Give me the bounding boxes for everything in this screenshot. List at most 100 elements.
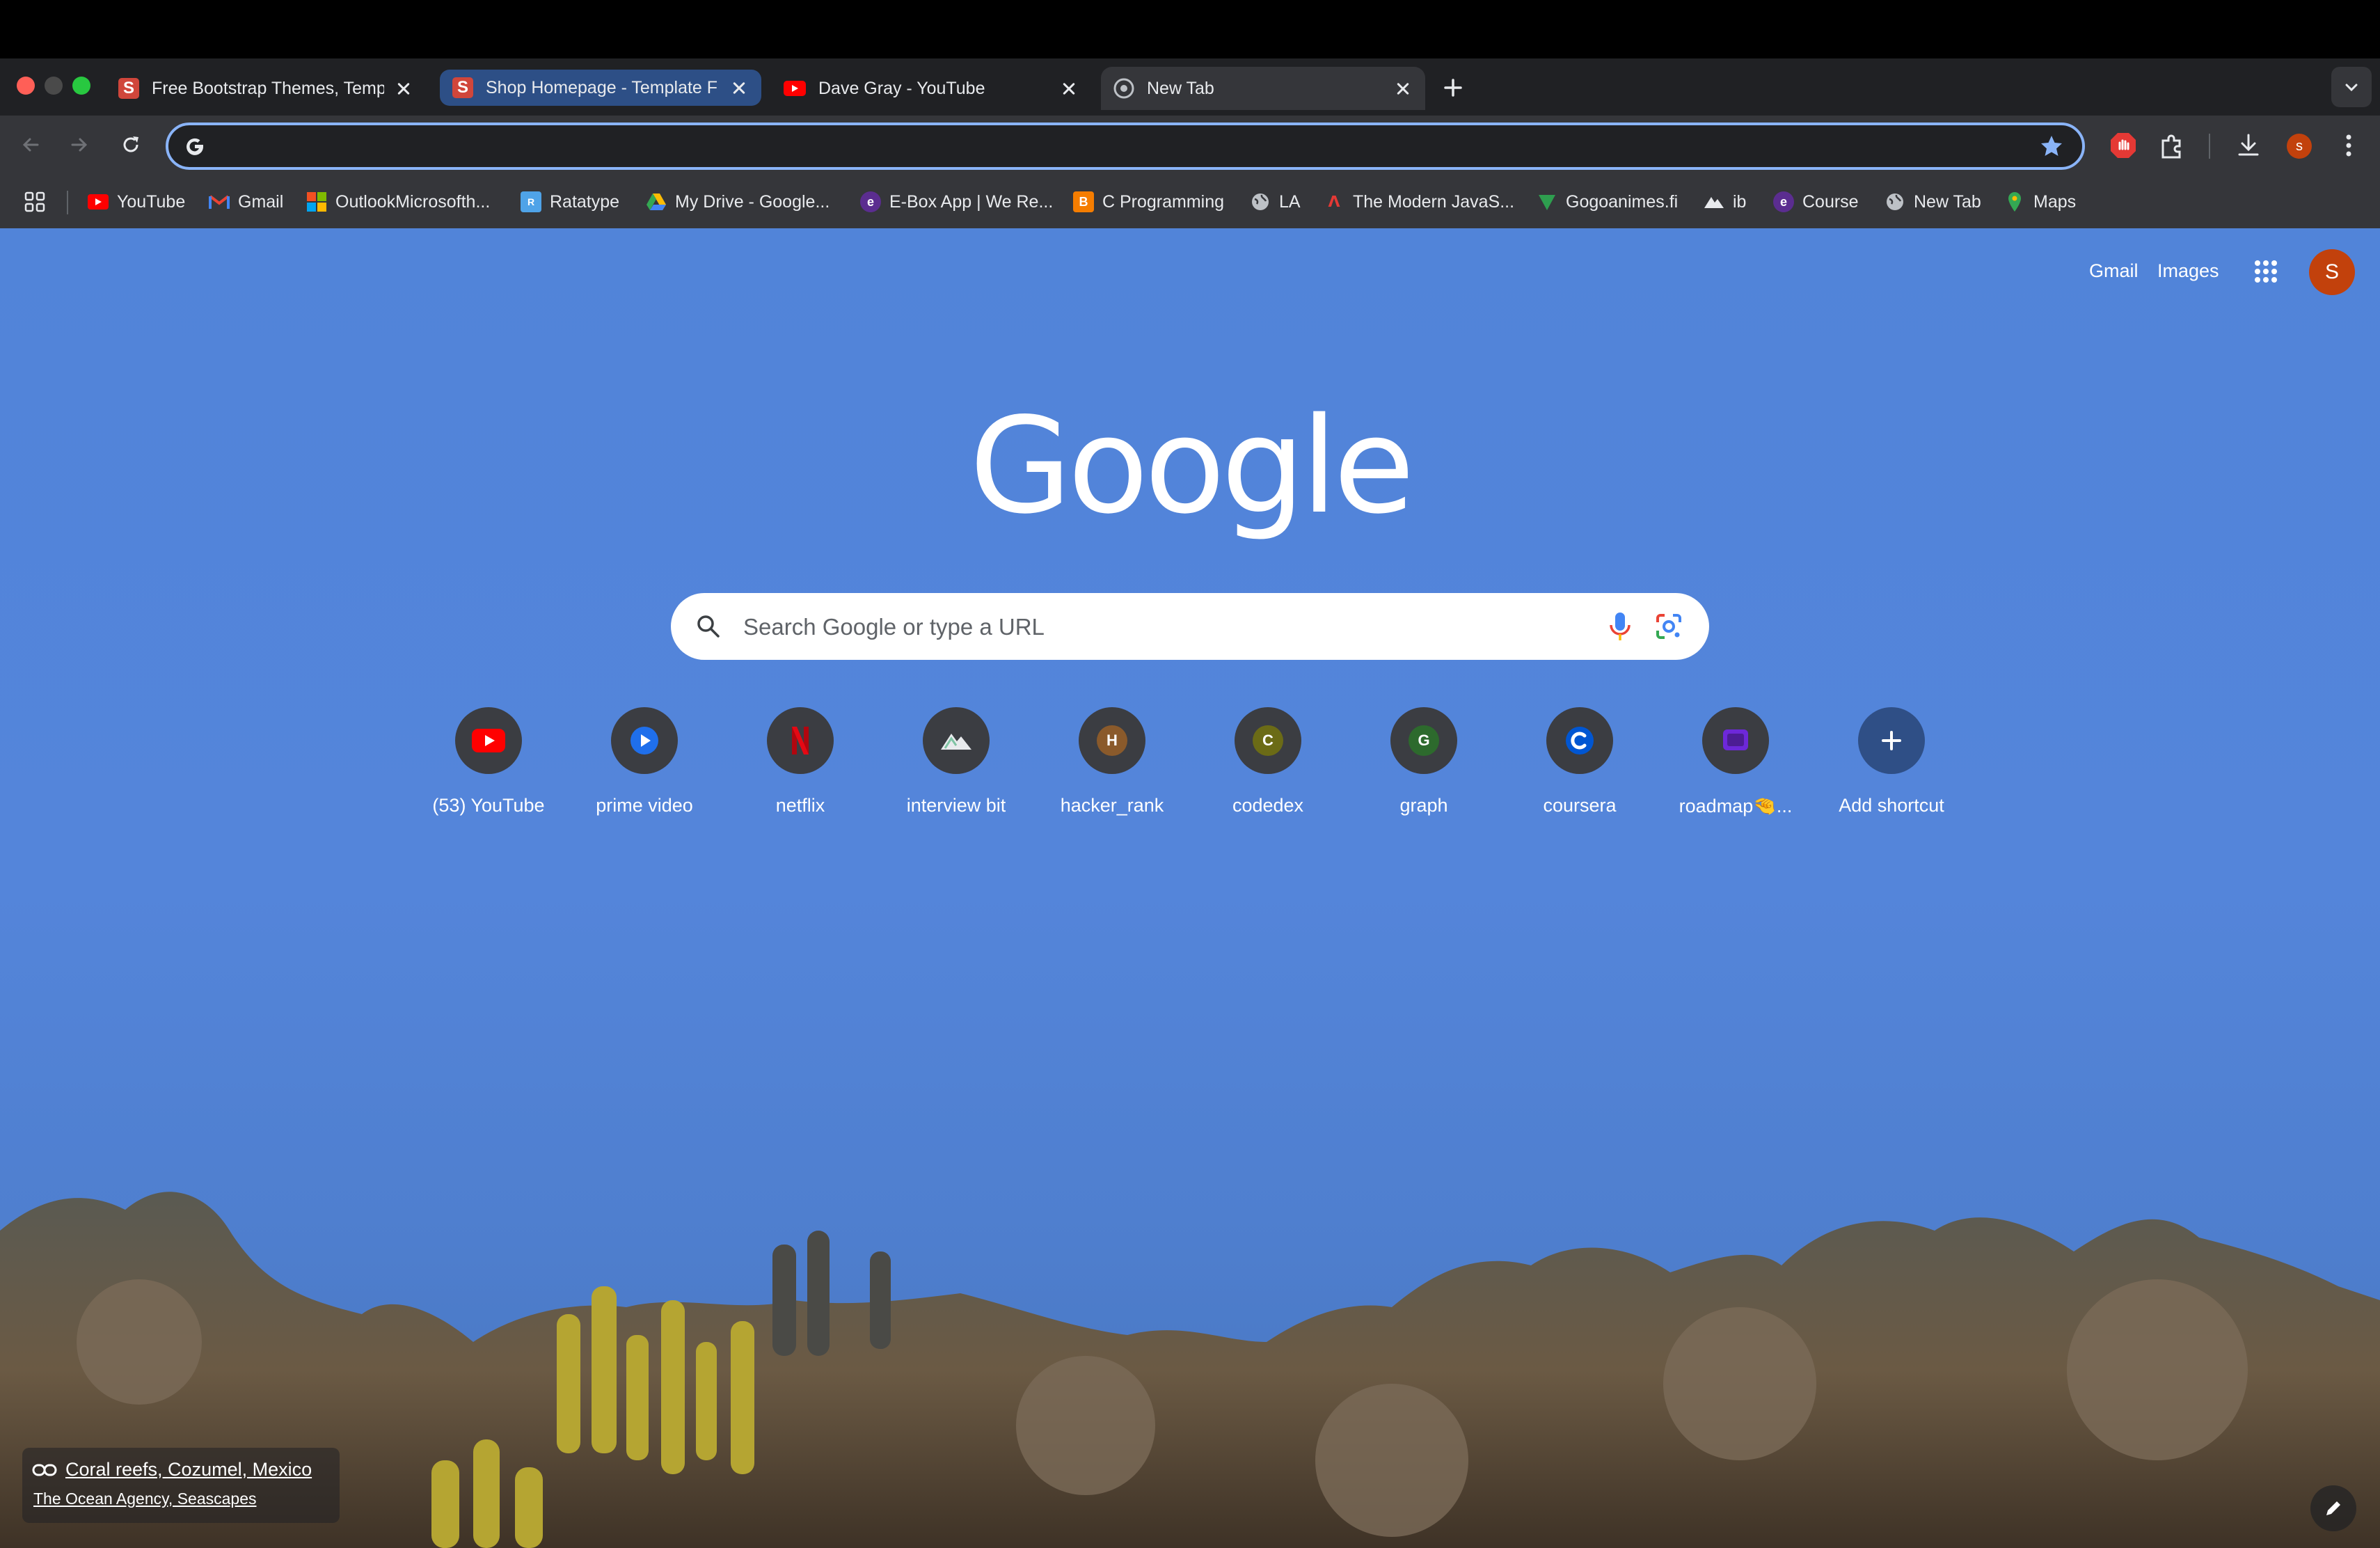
address-input[interactable] <box>217 131 2001 163</box>
customize-chrome-button[interactable] <box>2310 1485 2356 1531</box>
ebox-icon: e <box>860 191 881 212</box>
tab-new-tab[interactable]: New Tab <box>1101 67 1425 110</box>
shortcut-graph[interactable]: G graph <box>1346 703 1502 828</box>
google-lens-button[interactable] <box>1653 611 1684 642</box>
tab-title: Shop Homepage - Template F <box>486 77 718 97</box>
attribution-title-link[interactable]: Coral reefs, Cozumel, Mexico <box>65 1459 312 1480</box>
close-tab-icon[interactable] <box>1393 79 1413 98</box>
microphone-icon <box>1610 613 1631 640</box>
profile-initial: s <box>2296 138 2303 154</box>
plus-icon <box>1882 731 1901 750</box>
browser-menu-button[interactable] <box>2340 131 2358 160</box>
shortcut-tile <box>1858 707 1925 774</box>
youtube-icon <box>784 81 806 96</box>
close-window-button[interactable] <box>17 77 35 95</box>
gmail-link[interactable]: Gmail <box>2089 260 2139 282</box>
shortcut-netflix[interactable]: netflix <box>722 703 878 828</box>
bookmark-gogoanimes[interactable]: Gogoanimes.fi <box>1537 188 1678 216</box>
forward-button[interactable] <box>60 125 99 164</box>
shortcut-prime-video[interactable]: prime video <box>566 703 722 828</box>
youtube-icon <box>88 194 109 210</box>
tab-title: New Tab <box>1147 78 1214 98</box>
bookmarks-divider <box>67 191 68 214</box>
close-tab-icon[interactable] <box>729 78 749 97</box>
bookmark-label: ib <box>1733 191 1747 212</box>
adblock-icon <box>2111 133 2136 158</box>
bookmark-maps[interactable]: Maps <box>2004 188 2076 216</box>
images-link[interactable]: Images <box>2157 260 2219 282</box>
bookmark-la[interactable]: LA <box>1250 188 1301 216</box>
shortcut-hacker-rank[interactable]: H hacker_rank <box>1034 703 1190 828</box>
drive-icon <box>646 191 667 212</box>
startbootstrap-icon: S <box>452 77 473 98</box>
bookmark-gmail[interactable]: Gmail <box>209 188 283 216</box>
shortcut-tile <box>455 707 522 774</box>
coral-reef-background <box>0 1192 2380 1548</box>
shortcut-label: coursera <box>1543 795 1617 816</box>
zoom-window-button[interactable] <box>72 77 90 95</box>
bookmark-modern-javascript[interactable]: ᐱ The Modern JavaS... <box>1324 188 1514 216</box>
shortcut-codedex[interactable]: C codedex <box>1190 703 1346 828</box>
roadmap-icon <box>1723 729 1748 750</box>
new-tab-button[interactable] <box>1439 74 1467 102</box>
link-icon <box>32 1464 57 1476</box>
shortcut-interview-bit[interactable]: interview bit <box>878 703 1034 828</box>
bookmark-c-programming[interactable]: B C Programming <box>1073 188 1224 216</box>
bookmark-new-tab[interactable]: New Tab <box>1885 188 1981 216</box>
extension-adblock-button[interactable] <box>2109 131 2138 160</box>
bookmark-outlook[interactable]: OutlookMicrosofth... <box>306 188 490 216</box>
netflix-icon <box>792 727 809 755</box>
profile-button[interactable]: s <box>2287 134 2312 159</box>
bookmark-label: Course <box>1802 191 1859 212</box>
bookmark-my-drive[interactable]: My Drive - Google... <box>646 188 830 216</box>
bookmark-label: YouTube <box>117 191 186 212</box>
download-icon <box>2238 134 2259 156</box>
globe-icon <box>1885 191 1905 212</box>
bookmark-youtube[interactable]: YouTube <box>88 188 185 216</box>
add-shortcut-button[interactable]: Add shortcut <box>1814 703 1969 828</box>
search-input[interactable] <box>742 608 1552 646</box>
tab-title: Free Bootstrap Themes, Temp <box>152 78 384 98</box>
reload-button[interactable] <box>111 125 150 164</box>
pencil-icon <box>2326 1501 2340 1515</box>
bookmark-star-icon[interactable] <box>2039 134 2064 159</box>
back-button[interactable] <box>11 125 50 164</box>
coursera-icon <box>1566 727 1594 755</box>
account-initial: S <box>2324 260 2339 283</box>
bookmark-ib[interactable]: ib <box>1704 188 1746 216</box>
shortcut-roadmap[interactable]: roadmap🤏... <box>1658 703 1814 828</box>
shortcut-label: hacker_rank <box>1060 795 1164 816</box>
prime-video-icon <box>630 727 658 755</box>
downloads-button[interactable] <box>2234 131 2263 160</box>
extensions-button[interactable] <box>2157 131 2187 160</box>
close-tab-icon[interactable] <box>1059 79 1079 98</box>
tab-dave-gray-youtube[interactable]: Dave Gray - YouTube <box>771 67 1091 110</box>
gogoanime-icon <box>1537 191 1557 212</box>
search-box[interactable] <box>671 593 1709 660</box>
shortcut-youtube[interactable]: (53) YouTube <box>411 703 566 828</box>
voice-search-button[interactable] <box>1605 610 1635 643</box>
ebox-icon: e <box>1773 191 1794 212</box>
apps-button[interactable] <box>24 188 46 216</box>
bookmark-label: New Tab <box>1914 191 1981 212</box>
bookmark-ratatype[interactable]: R Ratatype <box>521 188 619 216</box>
shortcut-coursera[interactable]: coursera <box>1502 703 1658 828</box>
account-avatar[interactable]: S <box>2309 249 2355 295</box>
close-tab-icon[interactable] <box>394 79 413 98</box>
address-bar[interactable] <box>166 123 2085 170</box>
minimize-window-button[interactable] <box>45 77 63 95</box>
bookmark-course[interactable]: e Course <box>1773 188 1859 216</box>
tab-shop-homepage[interactable]: S Shop Homepage - Template F <box>440 70 761 106</box>
shortcut-label: roadmap🤏... <box>1679 796 1793 816</box>
shortcut-tile <box>611 707 678 774</box>
startbootstrap-icon: S <box>118 78 139 99</box>
bookmark-label: C Programming <box>1102 191 1225 212</box>
bookmark-ebox[interactable]: e E-Box App | We Re... <box>860 188 1053 216</box>
system-top-bar <box>0 0 2380 58</box>
tab-search-button[interactable] <box>2331 67 2372 107</box>
google-apps-button[interactable] <box>2249 255 2283 288</box>
tab-free-bootstrap[interactable]: S Free Bootstrap Themes, Temp <box>106 67 426 110</box>
search-icon <box>697 615 720 638</box>
attribution-credit-link[interactable]: The Ocean Agency, Seascapes <box>33 1490 257 1508</box>
kebab-menu-icon <box>2346 134 2351 157</box>
